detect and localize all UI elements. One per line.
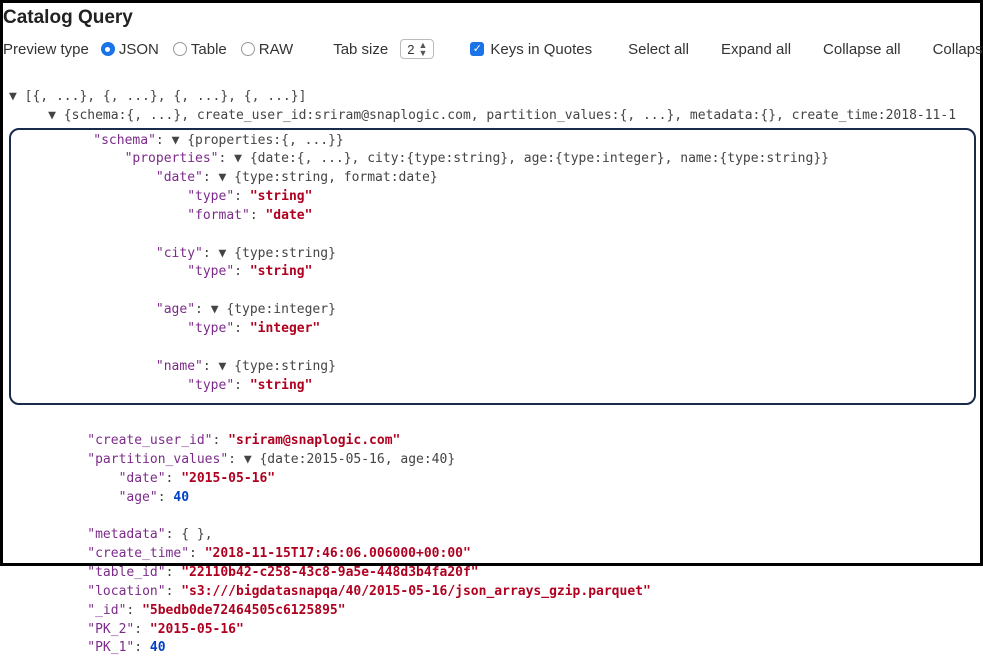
checkbox-checked-icon: ✓ (470, 42, 484, 56)
key-type: "type" (187, 264, 234, 279)
key-age: "age" (156, 302, 195, 317)
keys-in-quotes-toggle[interactable]: ✓ Keys in Quotes (470, 41, 592, 58)
key-metadata: "metadata" (87, 527, 165, 542)
key-table-id: "table_id" (87, 565, 165, 580)
val-pk1: 40 (150, 640, 166, 655)
radio-json[interactable]: JSON (101, 41, 159, 58)
key-location: "location" (87, 584, 165, 599)
key-date: "date" (156, 170, 203, 185)
triangle-down-icon[interactable]: ▼ (172, 133, 180, 148)
radio-dot-icon (173, 42, 187, 56)
schema-highlight-box: "schema": ▼ {properties:{, ...}} "proper… (9, 128, 976, 406)
tab-size-label: Tab size (333, 41, 388, 58)
triangle-down-icon[interactable]: ▼ (244, 452, 252, 467)
key-pv-date: "date" (119, 471, 166, 486)
page-title: Catalog Query (3, 3, 980, 35)
key-type: "type" (187, 189, 234, 204)
key-format: "format" (187, 208, 250, 223)
triangle-down-icon[interactable]: ▼ (234, 151, 242, 166)
val-table-id: "22110b42-c258-43c8-9a5e-448d3b4fa20f" (181, 565, 478, 580)
triangle-down-icon[interactable]: ▼ (211, 302, 219, 317)
stepper-icon: ▲▼ (418, 41, 427, 57)
radio-table-label: Table (191, 41, 227, 58)
key-id: "_id" (87, 603, 126, 618)
val-metadata: { }, (181, 527, 212, 542)
val-name-type: "string" (250, 378, 313, 393)
collapse-all-button[interactable]: Collapse all (823, 41, 901, 58)
key-type: "type" (187, 378, 234, 393)
toolbar: Preview type JSON Table RAW Tab size 2 ▲… (3, 35, 980, 67)
city-summary: {type:string} (234, 246, 336, 261)
tab-size-value: 2 (407, 42, 414, 57)
triangle-down-icon[interactable]: ▼ (219, 170, 227, 185)
expand-all-button[interactable]: Expand all (721, 41, 791, 58)
val-pk2: "2015-05-16" (150, 622, 244, 637)
preview-type-label: Preview type (3, 41, 89, 58)
properties-summary: {date:{, ...}, city:{type:string}, age:{… (250, 151, 829, 166)
val-pv-age: 40 (173, 490, 189, 505)
val-date-type: "string" (250, 189, 313, 204)
triangle-down-icon[interactable]: ▼ (9, 89, 17, 104)
val-city-type: "string" (250, 264, 313, 279)
radio-table[interactable]: Table (173, 41, 227, 58)
key-pk1: "PK_1" (87, 640, 134, 655)
radio-raw[interactable]: RAW (241, 41, 293, 58)
collapse-button-trunc[interactable]: Collapse (933, 41, 983, 58)
triangle-down-icon[interactable]: ▼ (48, 108, 56, 123)
radio-dot-icon (101, 42, 115, 56)
item0-summary: {schema:{, ...}, create_user_id:sriram@s… (64, 108, 956, 123)
val-create-time: "2018-11-15T17:46:06.006000+00:00" (205, 546, 471, 561)
triangle-down-icon[interactable]: ▼ (219, 359, 227, 374)
json-viewer: ▼ [{, ...}, {, ...}, {, ...}, {, ...}] ▼… (3, 67, 980, 658)
key-create-time: "create_time" (87, 546, 189, 561)
radio-raw-label: RAW (259, 41, 293, 58)
val-create-user-id: "sriram@snaplogic.com" (228, 433, 400, 448)
val-age-type: "integer" (250, 321, 320, 336)
name-summary: {type:string} (234, 359, 336, 374)
partition-values-summary: {date:2015-05-16, age:40} (259, 452, 455, 467)
val-location: "s3:///bigdatasnapqa/40/2015-05-16/json_… (181, 584, 651, 599)
triangle-down-icon[interactable]: ▼ (219, 246, 227, 261)
keys-in-quotes-label: Keys in Quotes (490, 41, 592, 58)
schema-summary: {properties:{, ...}} (187, 133, 344, 148)
select-all-button[interactable]: Select all (628, 41, 689, 58)
key-pv-age: "age" (119, 490, 158, 505)
radio-dot-icon (241, 42, 255, 56)
val-id: "5bedb0de72464505c6125895" (142, 603, 346, 618)
root-summary: [{, ...}, {, ...}, {, ...}, {, ...}] (25, 89, 307, 104)
key-pk2: "PK_2" (87, 622, 134, 637)
radio-json-label: JSON (119, 41, 159, 58)
key-properties: "properties" (125, 151, 219, 166)
val-date-format: "date" (265, 208, 312, 223)
key-name: "name" (156, 359, 203, 374)
key-partition-values: "partition_values" (87, 452, 228, 467)
val-pv-date: "2015-05-16" (181, 471, 275, 486)
date-summary: {type:string, format:date} (234, 170, 438, 185)
tab-size-select[interactable]: 2 ▲▼ (400, 39, 434, 59)
key-schema: "schema" (93, 133, 156, 148)
age-summary: {type:integer} (226, 302, 336, 317)
key-type: "type" (187, 321, 234, 336)
key-create-user-id: "create_user_id" (87, 433, 212, 448)
key-city: "city" (156, 246, 203, 261)
